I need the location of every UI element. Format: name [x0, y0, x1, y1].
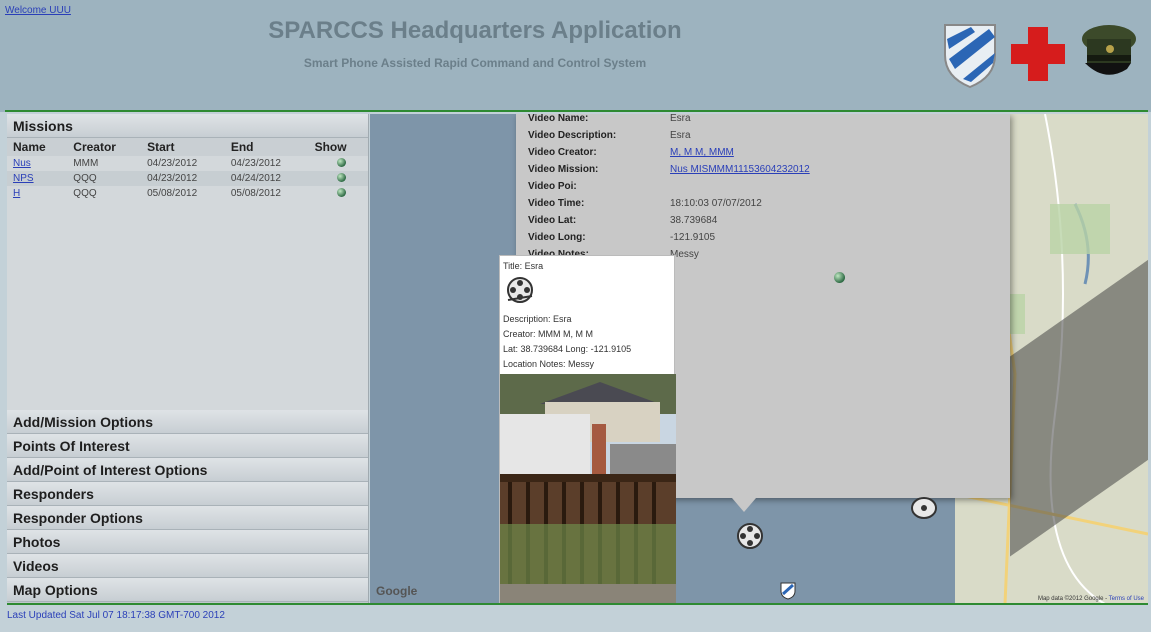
app-title: SPARCCS Headquarters Application — [268, 17, 682, 44]
film-reel-icon — [507, 277, 533, 303]
popup-description: Description: Esra — [503, 314, 572, 324]
google-logo[interactable]: Google — [376, 584, 417, 598]
missions-body: Name Creator Start End Show Nus MMM 04/2… — [7, 138, 368, 410]
video-creator-link[interactable]: M, M M, MMM — [670, 144, 734, 161]
section-responder-options[interactable]: Responder Options — [7, 506, 368, 530]
info-window-tail — [732, 498, 756, 512]
show-mission-toggle[interactable] — [336, 187, 346, 197]
info-value: -121.9105 — [670, 232, 716, 243]
info-label: Video Mission: — [528, 164, 599, 175]
popup-creator: Creator: MMM M, M M — [503, 329, 593, 339]
section-map-options[interactable]: Map Options — [7, 578, 368, 602]
mission-start: 04/23/2012 — [147, 173, 198, 184]
info-value: 38.739684 — [670, 215, 718, 226]
info-value: Esra — [670, 114, 691, 124]
app-header: Welcome UUU SPARCCS Headquarters Applica… — [0, 0, 1151, 112]
mission-name-link[interactable]: NPS — [13, 173, 34, 184]
popup-notes: Location Notes: Messy — [503, 359, 595, 369]
mission-name-link[interactable]: H — [13, 188, 20, 199]
mission-creator: QQQ — [73, 188, 97, 199]
map-marker-dot[interactable] — [834, 272, 845, 283]
column-header-show[interactable]: Show — [308, 138, 368, 156]
column-header-creator[interactable]: Creator — [67, 138, 142, 156]
video-info-rows: Video Name: Esra Video Description: Esra V… — [528, 114, 810, 263]
map-attribution-text: Map data ©2012 Google - — [1037, 596, 1109, 602]
video-popup: Title: Esra Description: Esra Creator: M… — [499, 255, 676, 604]
info-label: Video Creator: — [528, 147, 597, 158]
column-header-end[interactable]: End — [224, 138, 309, 156]
table-row: Nus MMM 04/23/2012 04/23/2012 — [7, 156, 368, 171]
mission-name-link[interactable]: Nus — [13, 158, 31, 169]
info-label: Video Time: — [528, 198, 585, 209]
section-add-poi-options[interactable]: Add/Point of Interest Options — [7, 458, 368, 482]
mission-start: 04/23/2012 — [147, 158, 198, 169]
mission-creator: MMM — [73, 158, 99, 169]
info-label: Video Name: — [528, 114, 589, 124]
app-subtitle: Smart Phone Assisted Rapid Command and C… — [303, 56, 647, 70]
military-cap-icon — [1082, 25, 1136, 75]
section-responders[interactable]: Responders — [7, 482, 368, 506]
welcome-link[interactable]: Welcome UUU — [5, 5, 71, 16]
table-row: H QQQ 05/08/2012 05/08/2012 — [7, 186, 368, 201]
responder-shield-icon[interactable] — [780, 582, 796, 600]
info-label: Video Poi: — [528, 181, 577, 192]
column-header-name[interactable]: Name — [7, 138, 68, 156]
map-view[interactable]: Video Name: Esra Video Description: Esra V… — [370, 114, 1148, 604]
section-add-mission-options[interactable]: Add/Mission Options — [7, 410, 368, 434]
accordion-sections: Add/Mission Options Points Of Interest A… — [7, 410, 368, 602]
mission-end: 04/24/2012 — [230, 173, 281, 184]
video-thumbnail-photo[interactable] — [500, 374, 676, 604]
header-logos — [941, 14, 1137, 94]
mission-creator: QQQ — [73, 173, 97, 184]
shield-icon — [944, 24, 996, 89]
map-attribution: Map data ©2012 Google - Terms of Use — [1038, 596, 1144, 602]
video-mission-link[interactable]: Nus MISMMM11153604232012 — [670, 161, 810, 178]
missions-table: Name Creator Start End Show Nus MMM 04/2… — [7, 138, 368, 201]
info-value: Esra — [670, 130, 691, 141]
footer-divider — [7, 603, 1148, 605]
table-row: NPS QQQ 04/23/2012 04/24/2012 — [7, 171, 368, 186]
mission-end: 05/08/2012 — [230, 188, 281, 199]
last-updated-status: Last Updated Sat Jul 07 18:17:38 GMT-700… — [7, 610, 225, 621]
show-mission-toggle[interactable] — [336, 157, 346, 167]
mission-start: 05/08/2012 — [147, 188, 198, 199]
info-label: Video Lat: — [528, 215, 577, 226]
red-cross-icon — [1011, 27, 1065, 81]
section-photos[interactable]: Photos — [7, 530, 368, 554]
show-mission-toggle[interactable] — [336, 172, 346, 182]
info-label: Video Description: — [528, 130, 617, 141]
popup-latlong: Lat: 38.739684 Long: -121.9105 — [503, 344, 632, 354]
column-header-start[interactable]: Start — [141, 138, 225, 156]
info-value: 18:10:03 07/07/2012 — [670, 198, 762, 209]
terms-of-use-link[interactable]: Terms of Use — [1109, 596, 1144, 602]
section-videos[interactable]: Videos — [7, 554, 368, 578]
popup-title: Title: Esra — [503, 261, 544, 271]
left-panel: Missions Name Creator Start End Show Nus… — [7, 114, 369, 604]
section-points-of-interest[interactable]: Points Of Interest — [7, 434, 368, 458]
mission-end: 04/23/2012 — [230, 158, 281, 169]
missions-header[interactable]: Missions — [7, 114, 368, 138]
header-divider — [5, 110, 1148, 112]
video-marker-icon[interactable] — [736, 522, 764, 550]
video-marker-icon[interactable] — [910, 496, 938, 520]
info-label: Video Long: — [528, 232, 586, 243]
